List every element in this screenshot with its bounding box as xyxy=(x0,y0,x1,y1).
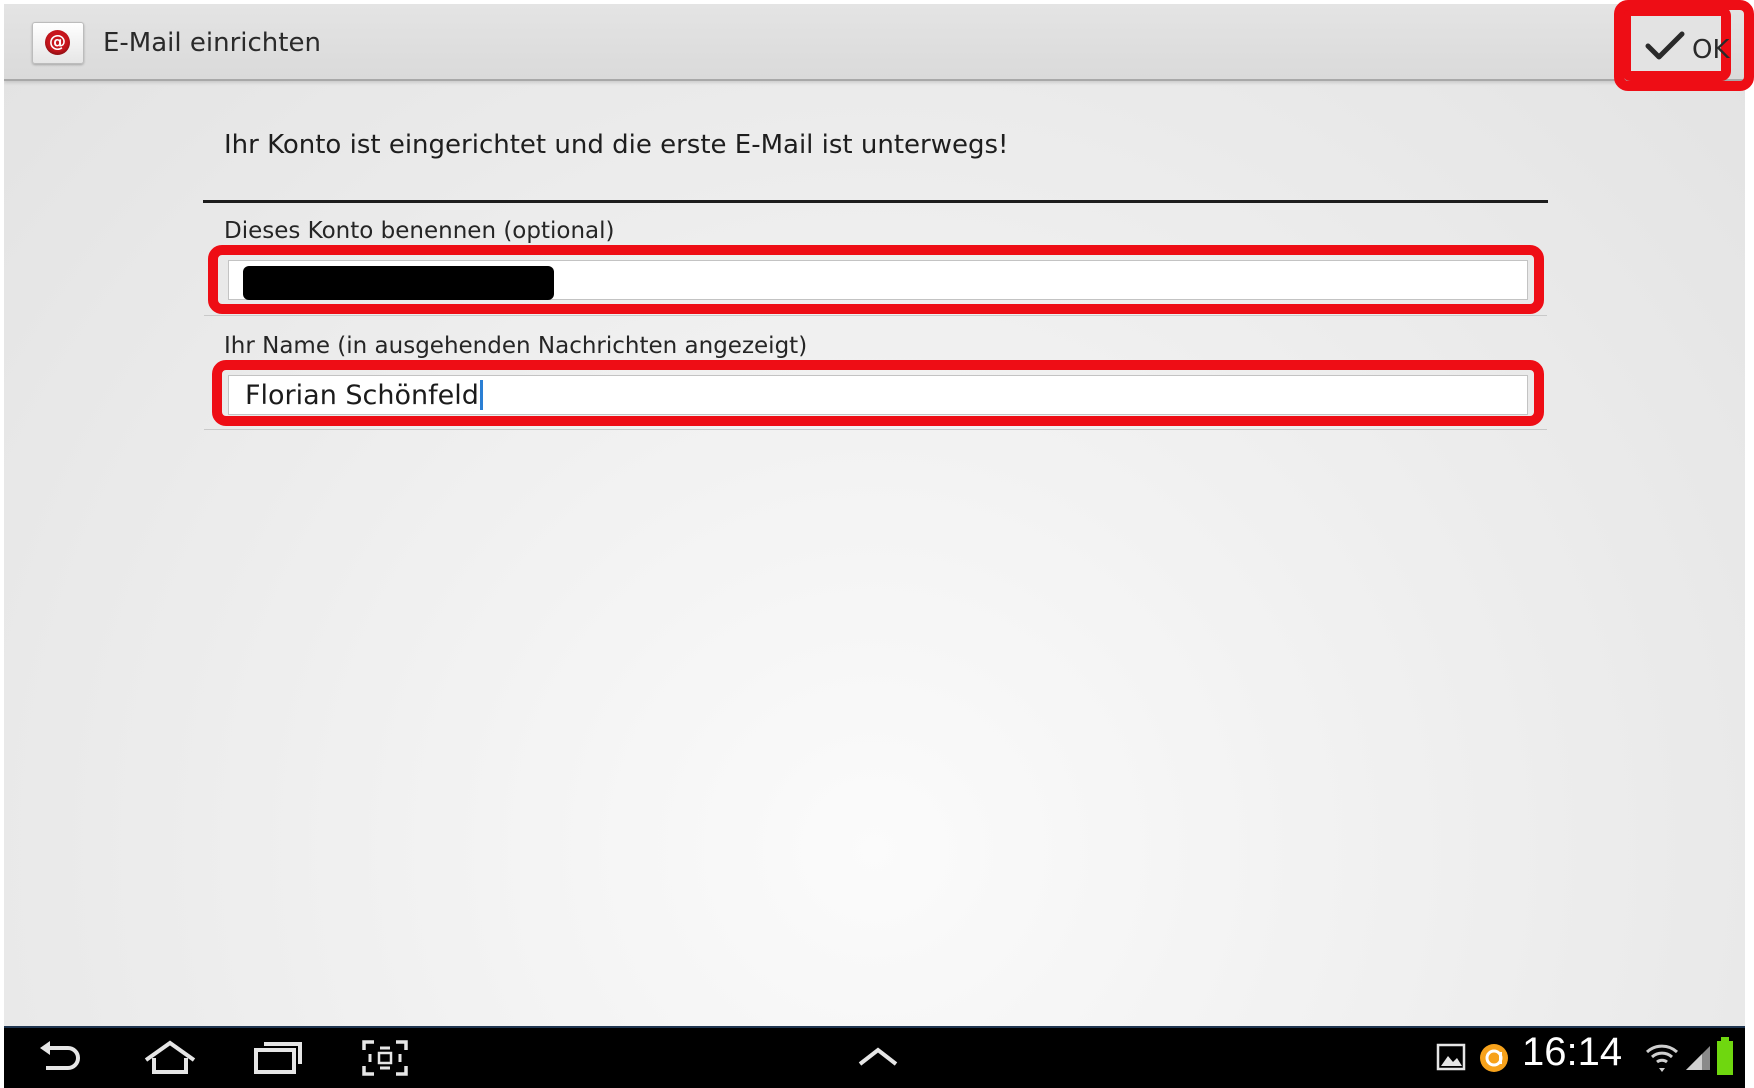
ok-button[interactable]: OK xyxy=(1621,6,1731,81)
divider xyxy=(203,200,1548,203)
setup-complete-message: Ihr Konto ist eingerichtet und die erste… xyxy=(224,130,1009,160)
wifi-icon xyxy=(1645,1044,1679,1072)
chevron-up-icon[interactable] xyxy=(856,1044,900,1070)
screenshot-icon[interactable] xyxy=(360,1038,410,1078)
status-clock: 16:14 xyxy=(1522,1030,1623,1074)
page-title: E-Mail einrichten xyxy=(103,28,321,58)
app-notification-icon xyxy=(1480,1044,1508,1072)
your-name-label: Ihr Name (in ausgehenden Nachrichten ang… xyxy=(224,333,808,359)
gallery-notification-icon xyxy=(1436,1043,1466,1071)
home-icon[interactable] xyxy=(142,1038,198,1078)
account-name-label: Dieses Konto benennen (optional) xyxy=(224,218,615,244)
ok-label: OK xyxy=(1692,35,1730,65)
screen: @ E-Mail einrichten OK Ihr Konto ist ein… xyxy=(4,4,1745,1088)
field-divider xyxy=(204,429,1547,430)
text-cursor xyxy=(479,380,483,410)
navigation-bar xyxy=(4,1026,1745,1088)
field-divider xyxy=(204,315,1547,316)
redacted-account-name xyxy=(243,266,554,300)
email-app-icon[interactable]: @ xyxy=(32,22,84,64)
account-name-input[interactable] xyxy=(228,260,1528,300)
your-name-value: Florian Schönfeld xyxy=(245,380,483,411)
battery-icon xyxy=(1717,1037,1733,1075)
signal-icon xyxy=(1686,1046,1710,1070)
checkmark-icon xyxy=(1645,31,1685,60)
your-name-input[interactable]: Florian Schönfeld xyxy=(228,375,1528,415)
recent-apps-icon[interactable] xyxy=(252,1038,304,1078)
back-icon[interactable] xyxy=(36,1038,86,1078)
email-at-icon: @ xyxy=(45,30,70,55)
action-bar: @ E-Mail einrichten xyxy=(4,4,1745,81)
